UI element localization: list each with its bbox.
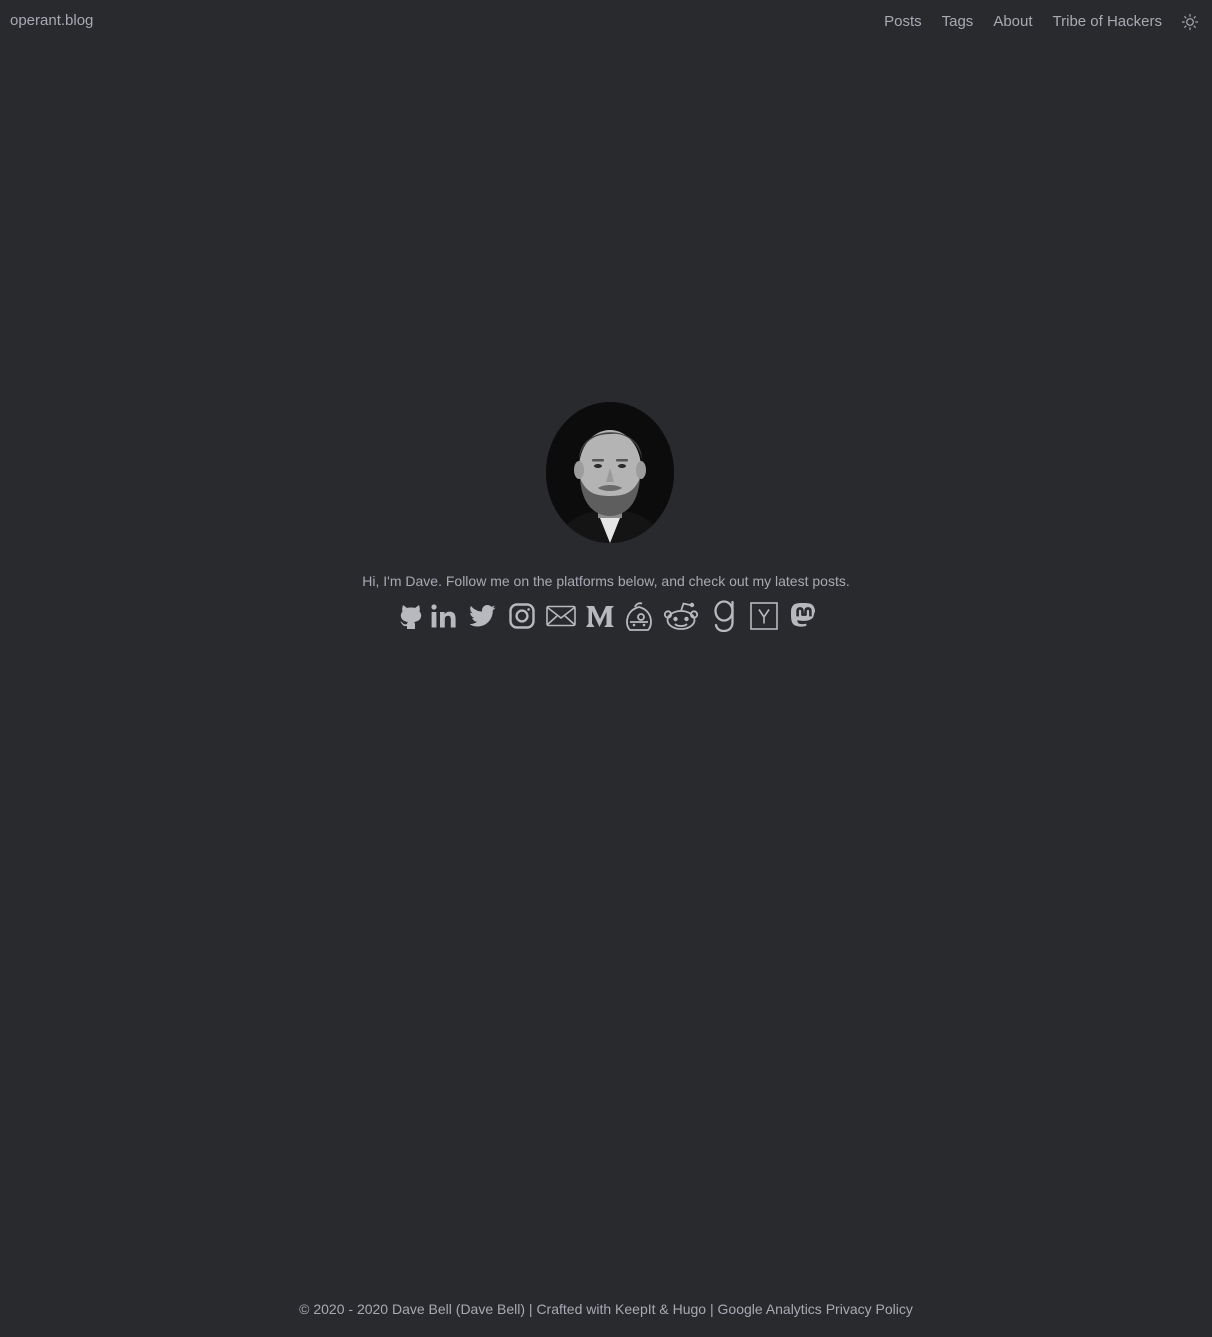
footer-copyright: © 2020 - 2020 Dave Bell (Dave Bell) | Cr…	[299, 1301, 714, 1317]
keybase-icon[interactable]	[619, 598, 658, 634]
mastodon-icon[interactable]	[783, 598, 822, 634]
nav-tags[interactable]: Tags	[942, 13, 974, 30]
twitter-icon[interactable]	[463, 598, 502, 634]
medium-icon[interactable]	[580, 598, 619, 634]
email-icon[interactable]	[541, 598, 580, 634]
site-header: operant.blog Posts Tags About Tribe of H…	[0, 0, 1212, 46]
profile-avatar	[546, 402, 674, 543]
hacker-news-icon[interactable]	[744, 598, 783, 634]
main-nav: Posts Tags About Tribe of Hackers	[884, 13, 1162, 30]
site-logo[interactable]: operant.blog	[10, 12, 93, 29]
github-icon[interactable]	[397, 598, 424, 634]
reddit-icon[interactable]	[658, 598, 703, 634]
linkedin-icon[interactable]	[424, 598, 463, 634]
nav-tribe-of-hackers[interactable]: Tribe of Hackers	[1053, 13, 1162, 30]
footer-google-analytics-link[interactable]: Google Analytics	[718, 1301, 822, 1317]
intro-text: Hi, I'm Dave. Follow me on the platforms…	[362, 573, 850, 589]
nav-posts[interactable]: Posts	[884, 13, 922, 30]
nav-about[interactable]: About	[993, 13, 1032, 30]
site-footer: © 2020 - 2020 Dave Bell (Dave Bell) | Cr…	[0, 1301, 1212, 1317]
goodreads-icon[interactable]	[703, 598, 744, 634]
sun-icon[interactable]	[1181, 13, 1199, 31]
footer-privacy-policy-link[interactable]: Privacy Policy	[826, 1301, 913, 1317]
instagram-icon[interactable]	[502, 598, 541, 634]
social-links	[397, 598, 822, 634]
